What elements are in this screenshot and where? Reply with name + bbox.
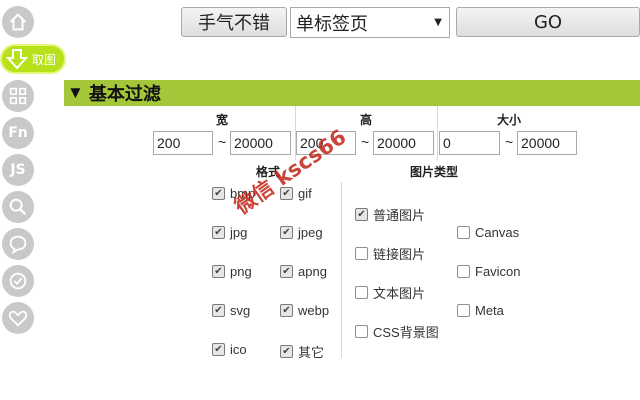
format-checkbox-jpeg[interactable]: jpeg xyxy=(280,225,323,240)
fetch-image-button[interactable]: 取图 xyxy=(0,44,66,74)
type-checkbox-canvas[interactable]: Canvas xyxy=(457,225,519,240)
collapse-triangle-icon: ▼ xyxy=(67,83,84,102)
type-checkbox-normal[interactable]: 普通图片 xyxy=(355,205,425,224)
basic-filter-header[interactable]: ▼ 基本过滤 xyxy=(64,80,640,106)
type-checkbox-link[interactable]: 链接图片 xyxy=(355,244,425,263)
checkbox[interactable] xyxy=(212,343,225,356)
checkbox[interactable] xyxy=(355,286,368,299)
range-separator: ~ xyxy=(361,134,370,150)
range-separator: ~ xyxy=(505,134,514,150)
width-min-input[interactable]: 200 xyxy=(153,131,213,155)
format-checkbox-ico[interactable]: ico xyxy=(212,342,247,357)
divider xyxy=(341,182,342,358)
fetch-image-label: 取图 xyxy=(32,52,57,67)
checkbox[interactable] xyxy=(212,187,225,200)
checkbox[interactable] xyxy=(280,265,293,278)
checkbox[interactable] xyxy=(280,226,293,239)
format-checkbox-svg[interactable]: svg xyxy=(212,303,250,318)
size-max-input[interactable]: 20000 xyxy=(517,131,577,155)
grid-icon[interactable] xyxy=(2,80,34,112)
go-button[interactable]: GO xyxy=(456,7,640,37)
search-icon[interactable] xyxy=(2,191,34,223)
checkbox[interactable] xyxy=(212,265,225,278)
type-checkbox-favicon[interactable]: Favicon xyxy=(457,264,521,279)
type-checkbox-meta[interactable]: Meta xyxy=(457,303,504,318)
checkbox[interactable] xyxy=(355,247,368,260)
format-checkbox-apng[interactable]: apng xyxy=(280,264,327,279)
tab-mode-select[interactable]: 单标签页 ▼ xyxy=(290,7,450,38)
format-checkbox-png[interactable]: png xyxy=(212,264,252,279)
section-title: 基本过滤 xyxy=(88,84,161,105)
tab-mode-value: 单标签页 xyxy=(296,13,368,35)
size-min-input[interactable]: 0 xyxy=(439,131,500,155)
checkbox[interactable] xyxy=(355,208,368,221)
divider xyxy=(437,106,438,160)
checkbox[interactable] xyxy=(457,304,470,317)
height-label: 高 xyxy=(359,113,372,127)
checkbox[interactable] xyxy=(457,265,470,278)
chevron-down-icon: ▼ xyxy=(434,17,442,28)
heart-icon[interactable] xyxy=(2,302,34,334)
range-separator: ~ xyxy=(218,134,227,150)
checkbox[interactable] xyxy=(355,325,368,338)
type-checkbox-text[interactable]: 文本图片 xyxy=(355,283,425,302)
checkbox[interactable] xyxy=(212,226,225,239)
format-checkbox-jpg[interactable]: jpg xyxy=(212,225,247,240)
download-icon xyxy=(5,49,29,70)
chat-icon[interactable] xyxy=(2,228,34,260)
format-checkbox-other[interactable]: 其它 xyxy=(280,342,324,361)
sidebar: 取图 Fn JS xyxy=(0,0,66,400)
checkbox[interactable] xyxy=(457,226,470,239)
fn-icon[interactable]: Fn xyxy=(2,117,34,149)
size-label: 大小 xyxy=(496,113,521,127)
height-max-input[interactable]: 20000 xyxy=(373,131,434,155)
lucky-button[interactable]: 手气不错 xyxy=(181,7,287,37)
home-icon[interactable] xyxy=(2,6,34,38)
image-type-group-title: 图片类型 xyxy=(410,165,459,179)
checkbox[interactable] xyxy=(280,304,293,317)
width-max-input[interactable]: 20000 xyxy=(230,131,291,155)
check-icon[interactable] xyxy=(2,265,34,297)
type-checkbox-css-bg[interactable]: CSS背景图 xyxy=(355,322,439,341)
format-checkbox-webp[interactable]: webp xyxy=(280,303,329,318)
width-label: 宽 xyxy=(215,113,228,127)
js-icon[interactable]: JS xyxy=(2,154,34,186)
checkbox[interactable] xyxy=(212,304,225,317)
checkbox[interactable] xyxy=(280,345,293,358)
